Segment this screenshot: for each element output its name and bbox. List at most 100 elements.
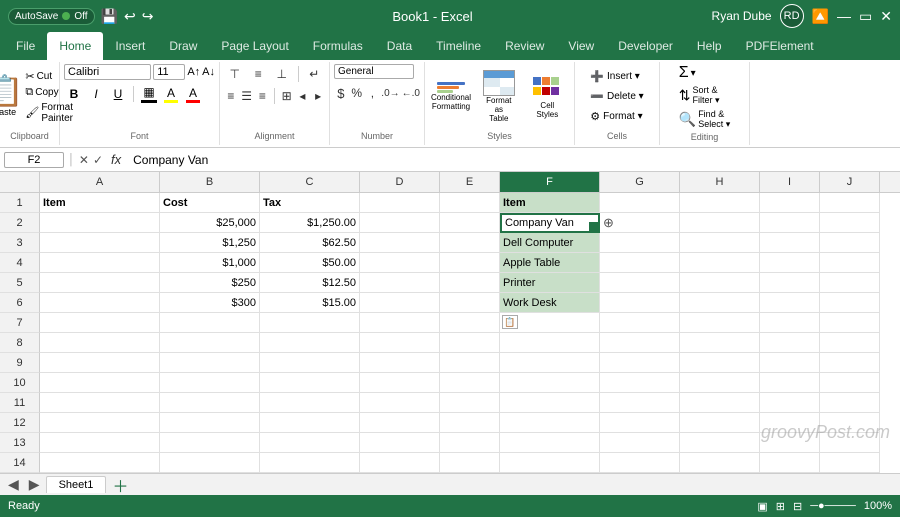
tab-data[interactable]: Data xyxy=(375,32,424,60)
align-middle-button[interactable]: ≡ xyxy=(248,64,270,84)
cell-e9[interactable] xyxy=(440,353,500,373)
wrap-text-button[interactable]: ↵ xyxy=(303,64,325,84)
tab-page-layout[interactable]: Page Layout xyxy=(209,32,300,60)
indent-increase-button[interactable]: ▸ xyxy=(311,86,325,106)
cell-i14[interactable] xyxy=(760,453,820,473)
zoom-slider[interactable]: ─●──── xyxy=(810,500,856,512)
row-num-8[interactable]: 8 xyxy=(0,333,40,353)
cell-g9[interactable] xyxy=(600,353,680,373)
cell-g2[interactable]: ⊕ xyxy=(600,213,680,233)
border-button[interactable]: ▦ xyxy=(139,84,159,104)
cell-j3[interactable] xyxy=(820,233,880,253)
cell-h1[interactable] xyxy=(680,193,760,213)
cell-d12[interactable] xyxy=(360,413,440,433)
sum-button[interactable]: Σ ▾ xyxy=(679,64,730,82)
tab-insert[interactable]: Insert xyxy=(103,32,157,60)
cell-g4[interactable] xyxy=(600,253,680,273)
align-center-button[interactable]: ☰ xyxy=(240,86,254,106)
cell-g6[interactable] xyxy=(600,293,680,313)
decimal-decrease-button[interactable]: ←.0 xyxy=(402,83,420,103)
cell-j7[interactable] xyxy=(820,313,880,333)
tab-home[interactable]: Home xyxy=(47,32,103,60)
cell-i1[interactable] xyxy=(760,193,820,213)
cell-h13[interactable] xyxy=(680,433,760,453)
fill-color-button[interactable]: A xyxy=(161,84,181,104)
cell-b13[interactable] xyxy=(160,433,260,453)
cell-g11[interactable] xyxy=(600,393,680,413)
cell-g5[interactable] xyxy=(600,273,680,293)
cell-i8[interactable] xyxy=(760,333,820,353)
redo-icon[interactable]: ↪ xyxy=(142,8,154,25)
cell-i3[interactable] xyxy=(760,233,820,253)
cell-f3[interactable]: Dell Computer xyxy=(500,233,600,253)
bold-button[interactable]: B xyxy=(64,84,84,104)
row-num-14[interactable]: 14 xyxy=(0,453,40,473)
cell-e13[interactable] xyxy=(440,433,500,453)
cell-g12[interactable] xyxy=(600,413,680,433)
align-bottom-button[interactable]: ⊥ xyxy=(271,64,293,84)
cell-c6[interactable]: $15.00 xyxy=(260,293,360,313)
tab-formulas[interactable]: Formulas xyxy=(301,32,375,60)
cell-c8[interactable] xyxy=(260,333,360,353)
cell-d3[interactable] xyxy=(360,233,440,253)
cell-h12[interactable] xyxy=(680,413,760,433)
col-header-e[interactable]: E xyxy=(440,172,500,192)
col-header-h[interactable]: H xyxy=(680,172,760,192)
row-num-9[interactable]: 9 xyxy=(0,353,40,373)
cell-j13[interactable] xyxy=(820,433,880,453)
cell-e2[interactable] xyxy=(440,213,500,233)
cell-d6[interactable] xyxy=(360,293,440,313)
cell-i13[interactable] xyxy=(760,433,820,453)
cell-b5[interactable]: $250 xyxy=(160,273,260,293)
font-size-selector[interactable]: 11 xyxy=(153,64,185,80)
cell-f8[interactable] xyxy=(500,333,600,353)
row-num-1[interactable]: 1 xyxy=(0,193,40,213)
add-sheet-button[interactable]: ＋ xyxy=(112,473,128,497)
cell-d14[interactable] xyxy=(360,453,440,473)
tab-timeline[interactable]: Timeline xyxy=(424,32,493,60)
cell-j6[interactable] xyxy=(820,293,880,313)
cell-h10[interactable] xyxy=(680,373,760,393)
cell-d5[interactable] xyxy=(360,273,440,293)
merge-cells-button[interactable]: ⊞ xyxy=(280,86,294,106)
cell-e5[interactable] xyxy=(440,273,500,293)
cell-b8[interactable] xyxy=(160,333,260,353)
cell-c10[interactable] xyxy=(260,373,360,393)
sheet-nav-left[interactable]: ◀ xyxy=(4,476,23,493)
cell-e4[interactable] xyxy=(440,253,500,273)
cell-i4[interactable] xyxy=(760,253,820,273)
cell-h2[interactable] xyxy=(680,213,760,233)
decimal-increase-button[interactable]: .0→ xyxy=(381,83,399,103)
format-cells-button[interactable]: ⚙ Format ▾ xyxy=(586,108,647,125)
cell-f11[interactable] xyxy=(500,393,600,413)
row-num-6[interactable]: 6 xyxy=(0,293,40,313)
cell-c9[interactable] xyxy=(260,353,360,373)
cell-i11[interactable] xyxy=(760,393,820,413)
font-color-button[interactable]: A xyxy=(183,84,203,104)
cell-e10[interactable] xyxy=(440,373,500,393)
sheet-tab-sheet1[interactable]: Sheet1 xyxy=(46,476,107,493)
paste-button[interactable]: 📋 Paste xyxy=(0,77,23,117)
cell-j8[interactable] xyxy=(820,333,880,353)
autofill-handle[interactable] xyxy=(589,222,599,232)
tab-help[interactable]: Help xyxy=(685,32,734,60)
cell-c12[interactable] xyxy=(260,413,360,433)
font-size-decrease[interactable]: A↓ xyxy=(202,66,215,78)
cell-j5[interactable] xyxy=(820,273,880,293)
cell-e1[interactable] xyxy=(440,193,500,213)
cell-h6[interactable] xyxy=(680,293,760,313)
row-num-2[interactable]: 2 xyxy=(0,213,40,233)
cell-d13[interactable] xyxy=(360,433,440,453)
cell-e7[interactable] xyxy=(440,313,500,333)
row-num-7[interactable]: 7 xyxy=(0,313,40,333)
cell-b11[interactable] xyxy=(160,393,260,413)
tab-developer[interactable]: Developer xyxy=(606,32,685,60)
cell-g1[interactable] xyxy=(600,193,680,213)
row-num-13[interactable]: 13 xyxy=(0,433,40,453)
cell-b6[interactable]: $300 xyxy=(160,293,260,313)
cell-reference-box[interactable]: F2 xyxy=(4,152,64,168)
sheet-nav-right[interactable]: ▶ xyxy=(25,476,44,493)
row-num-5[interactable]: 5 xyxy=(0,273,40,293)
cell-d11[interactable] xyxy=(360,393,440,413)
cell-h9[interactable] xyxy=(680,353,760,373)
